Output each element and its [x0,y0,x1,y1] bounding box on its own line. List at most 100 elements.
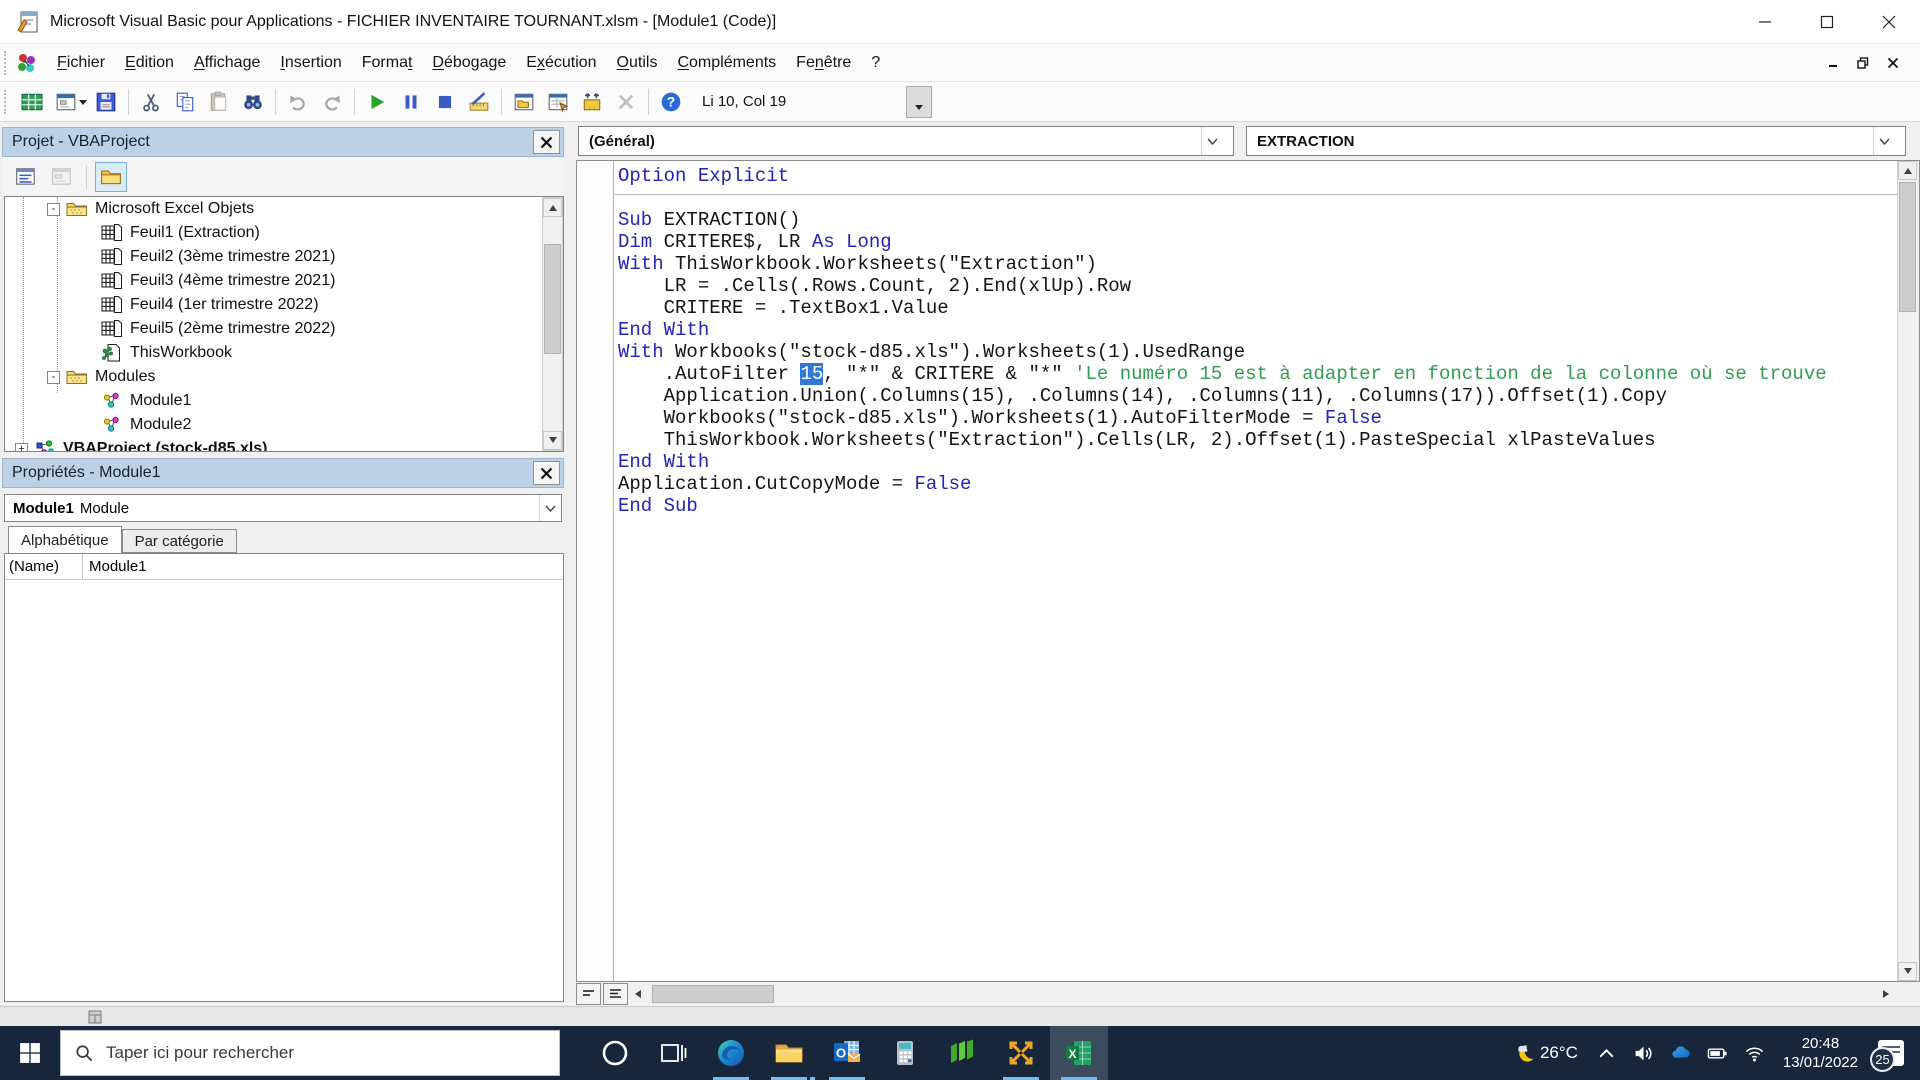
break-button[interactable] [394,86,428,118]
project-panel-close-button[interactable] [533,130,560,154]
project-explorer-button[interactable] [507,86,541,118]
mdi-restore-button[interactable] [1848,50,1878,76]
menu-outils[interactable]: Outils [607,47,668,79]
code-horizontal-scrollbar[interactable] [644,984,1876,1004]
menu-dbogage[interactable]: Débogage [422,47,516,79]
full-module-view-button[interactable] [603,983,628,1005]
code-line[interactable]: Workbooks("stock-d85.xls").Worksheets(1)… [618,407,1897,429]
search-input[interactable] [106,1043,506,1063]
excel-taskbar-taskbar-button[interactable]: X [1050,1026,1108,1080]
object-combo[interactable]: (Général) [578,126,1234,156]
code-line[interactable]: With Workbooks("stock-d85.xls").Workshee… [618,341,1897,363]
cut-button[interactable] [134,86,168,118]
cortana-taskbar-button[interactable] [586,1026,644,1080]
find-button[interactable] [236,86,270,118]
code-vertical-scrollbar[interactable] [1897,161,1919,981]
project-tree-scrollbar[interactable] [542,197,563,451]
expand-box[interactable]: + [15,442,28,451]
project-panel-header[interactable]: Projet - VBAProject [2,127,564,157]
code-line[interactable]: End With [618,319,1897,341]
insert-userform-button[interactable] [49,86,83,118]
code-margin[interactable] [577,161,614,981]
wifi-icon[interactable] [1736,1026,1773,1080]
close-button[interactable] [1858,0,1920,44]
copy-button[interactable] [168,86,202,118]
properties-panel-close-button[interactable] [533,461,560,485]
tree-item-thisworkbook[interactable]: ThisWorkbook [101,341,232,365]
tree-item-feuil4-1er-trimestre-2022[interactable]: Feuil4 (1er trimestre 2022) [101,293,319,317]
code-line[interactable]: Dim CRITERE$, LR As Long [618,231,1897,253]
scroll-down-arrow[interactable] [543,431,562,450]
notification-center-button[interactable]: 25 [1868,1026,1914,1080]
view-code-button[interactable] [10,162,42,192]
battery-icon[interactable] [1699,1026,1736,1080]
start-button[interactable] [0,1026,60,1080]
toolbar-grip[interactable] [4,50,9,75]
collapse-box[interactable]: - [47,202,60,216]
tab-par-categorie[interactable]: Par catégorie [121,529,237,553]
menu-[interactable]: ? [861,47,890,79]
design-mode-button[interactable] [462,86,496,118]
taskbar-search[interactable] [60,1030,560,1076]
taskbar-clock[interactable]: 20:48 13/01/2022 [1773,1034,1868,1072]
object-browser-button[interactable] [575,86,609,118]
mdi-minimize-button[interactable] [1818,50,1848,76]
properties-panel-header[interactable]: Propriétés - Module1 [2,458,564,488]
scroll-thumb[interactable] [544,244,561,354]
file-explorer-taskbar-button[interactable] [760,1026,818,1080]
dropdown-arrow-icon[interactable] [79,100,87,109]
code-line[interactable]: ThisWorkbook.Worksheets("Extraction").Ce… [618,429,1897,451]
code-line[interactable]: CRITERE = .TextBox1.Value [618,297,1897,319]
tree-item-feuil3-4-me-trimestre-2021[interactable]: Feuil3 (4ème trimestre 2021) [101,269,335,293]
menu-fentre[interactable]: Fenêtre [786,47,861,79]
tab-alphabetique[interactable]: Alphabétique [8,526,122,553]
code-line[interactable]: End Sub [618,495,1897,517]
run-button[interactable] [360,86,394,118]
code-text[interactable]: Option Explicit Sub EXTRACTION() Dim CRIT… [618,165,1897,517]
collapse-box[interactable]: - [47,370,60,384]
scroll-up-arrow[interactable] [543,198,562,217]
code-line[interactable]: With ThisWorkbook.Worksheets("Extraction… [618,253,1897,275]
weather-icon[interactable] [1507,1026,1538,1080]
chevron-down-icon[interactable] [1201,127,1223,155]
code-editor[interactable]: Option Explicit Sub EXTRACTION() Dim CRIT… [576,160,1920,982]
scroll-thumb[interactable] [1899,182,1916,312]
scroll-thumb[interactable] [652,985,774,1003]
arrows-app-taskbar-button[interactable] [992,1026,1050,1080]
outlook-taskbar-button[interactable]: O [818,1026,876,1080]
chevron-down-icon[interactable] [1873,127,1895,155]
scroll-down-arrow[interactable] [1898,962,1917,981]
edge-taskbar-button[interactable] [702,1026,760,1080]
tree-item-modules[interactable]: - Modules [47,365,155,389]
code-line[interactable] [618,187,1897,209]
undo-button[interactable] [281,86,315,118]
paste-button[interactable] [202,86,236,118]
help-button[interactable]: ? [654,86,688,118]
code-line[interactable]: Option Explicit [618,165,1897,187]
toolbar-grip-2[interactable] [4,89,9,114]
toolbox-button[interactable] [609,86,643,118]
volume-icon[interactable] [1625,1026,1662,1080]
temperature-label[interactable]: 26°C [1538,1043,1588,1063]
save-button[interactable] [89,86,123,118]
tree-item-microsoft-excel-objets[interactable]: - Microsoft Excel Objets [47,197,254,221]
scroll-left-arrow[interactable] [630,990,644,998]
scroll-right-arrow[interactable] [1876,990,1896,998]
menu-edition[interactable]: Edition [115,47,184,79]
chevron-down-icon[interactable] [539,495,561,521]
mdi-close-button[interactable] [1878,50,1908,76]
calculator-taskbar-button[interactable] [876,1026,934,1080]
code-line[interactable]: Application.Union(.Columns(15), .Columns… [618,385,1897,407]
tree-item-feuil5-2-me-trimestre-2022[interactable]: Feuil5 (2ème trimestre 2022) [101,317,335,341]
project-tree[interactable]: - Microsoft Excel Objets Feuil1 (Extractio… [4,196,564,452]
menu-affichage[interactable]: Affichage [184,47,270,79]
toggle-folders-button[interactable] [95,162,127,192]
object-selector-dropdown[interactable]: Module1 Module [4,494,562,522]
menu-fichier[interactable]: Fichier [47,47,115,79]
tree-item-vbaproject-stock-d85-xls[interactable]: + VBAProject (stock-d85.xls) [15,437,268,451]
procedure-view-button[interactable] [576,983,601,1005]
property-row[interactable]: (Name) Module1 [5,554,563,580]
excel-view-button[interactable] [15,86,49,118]
green-app-taskbar-button[interactable] [934,1026,992,1080]
maximize-button[interactable] [1796,0,1858,44]
